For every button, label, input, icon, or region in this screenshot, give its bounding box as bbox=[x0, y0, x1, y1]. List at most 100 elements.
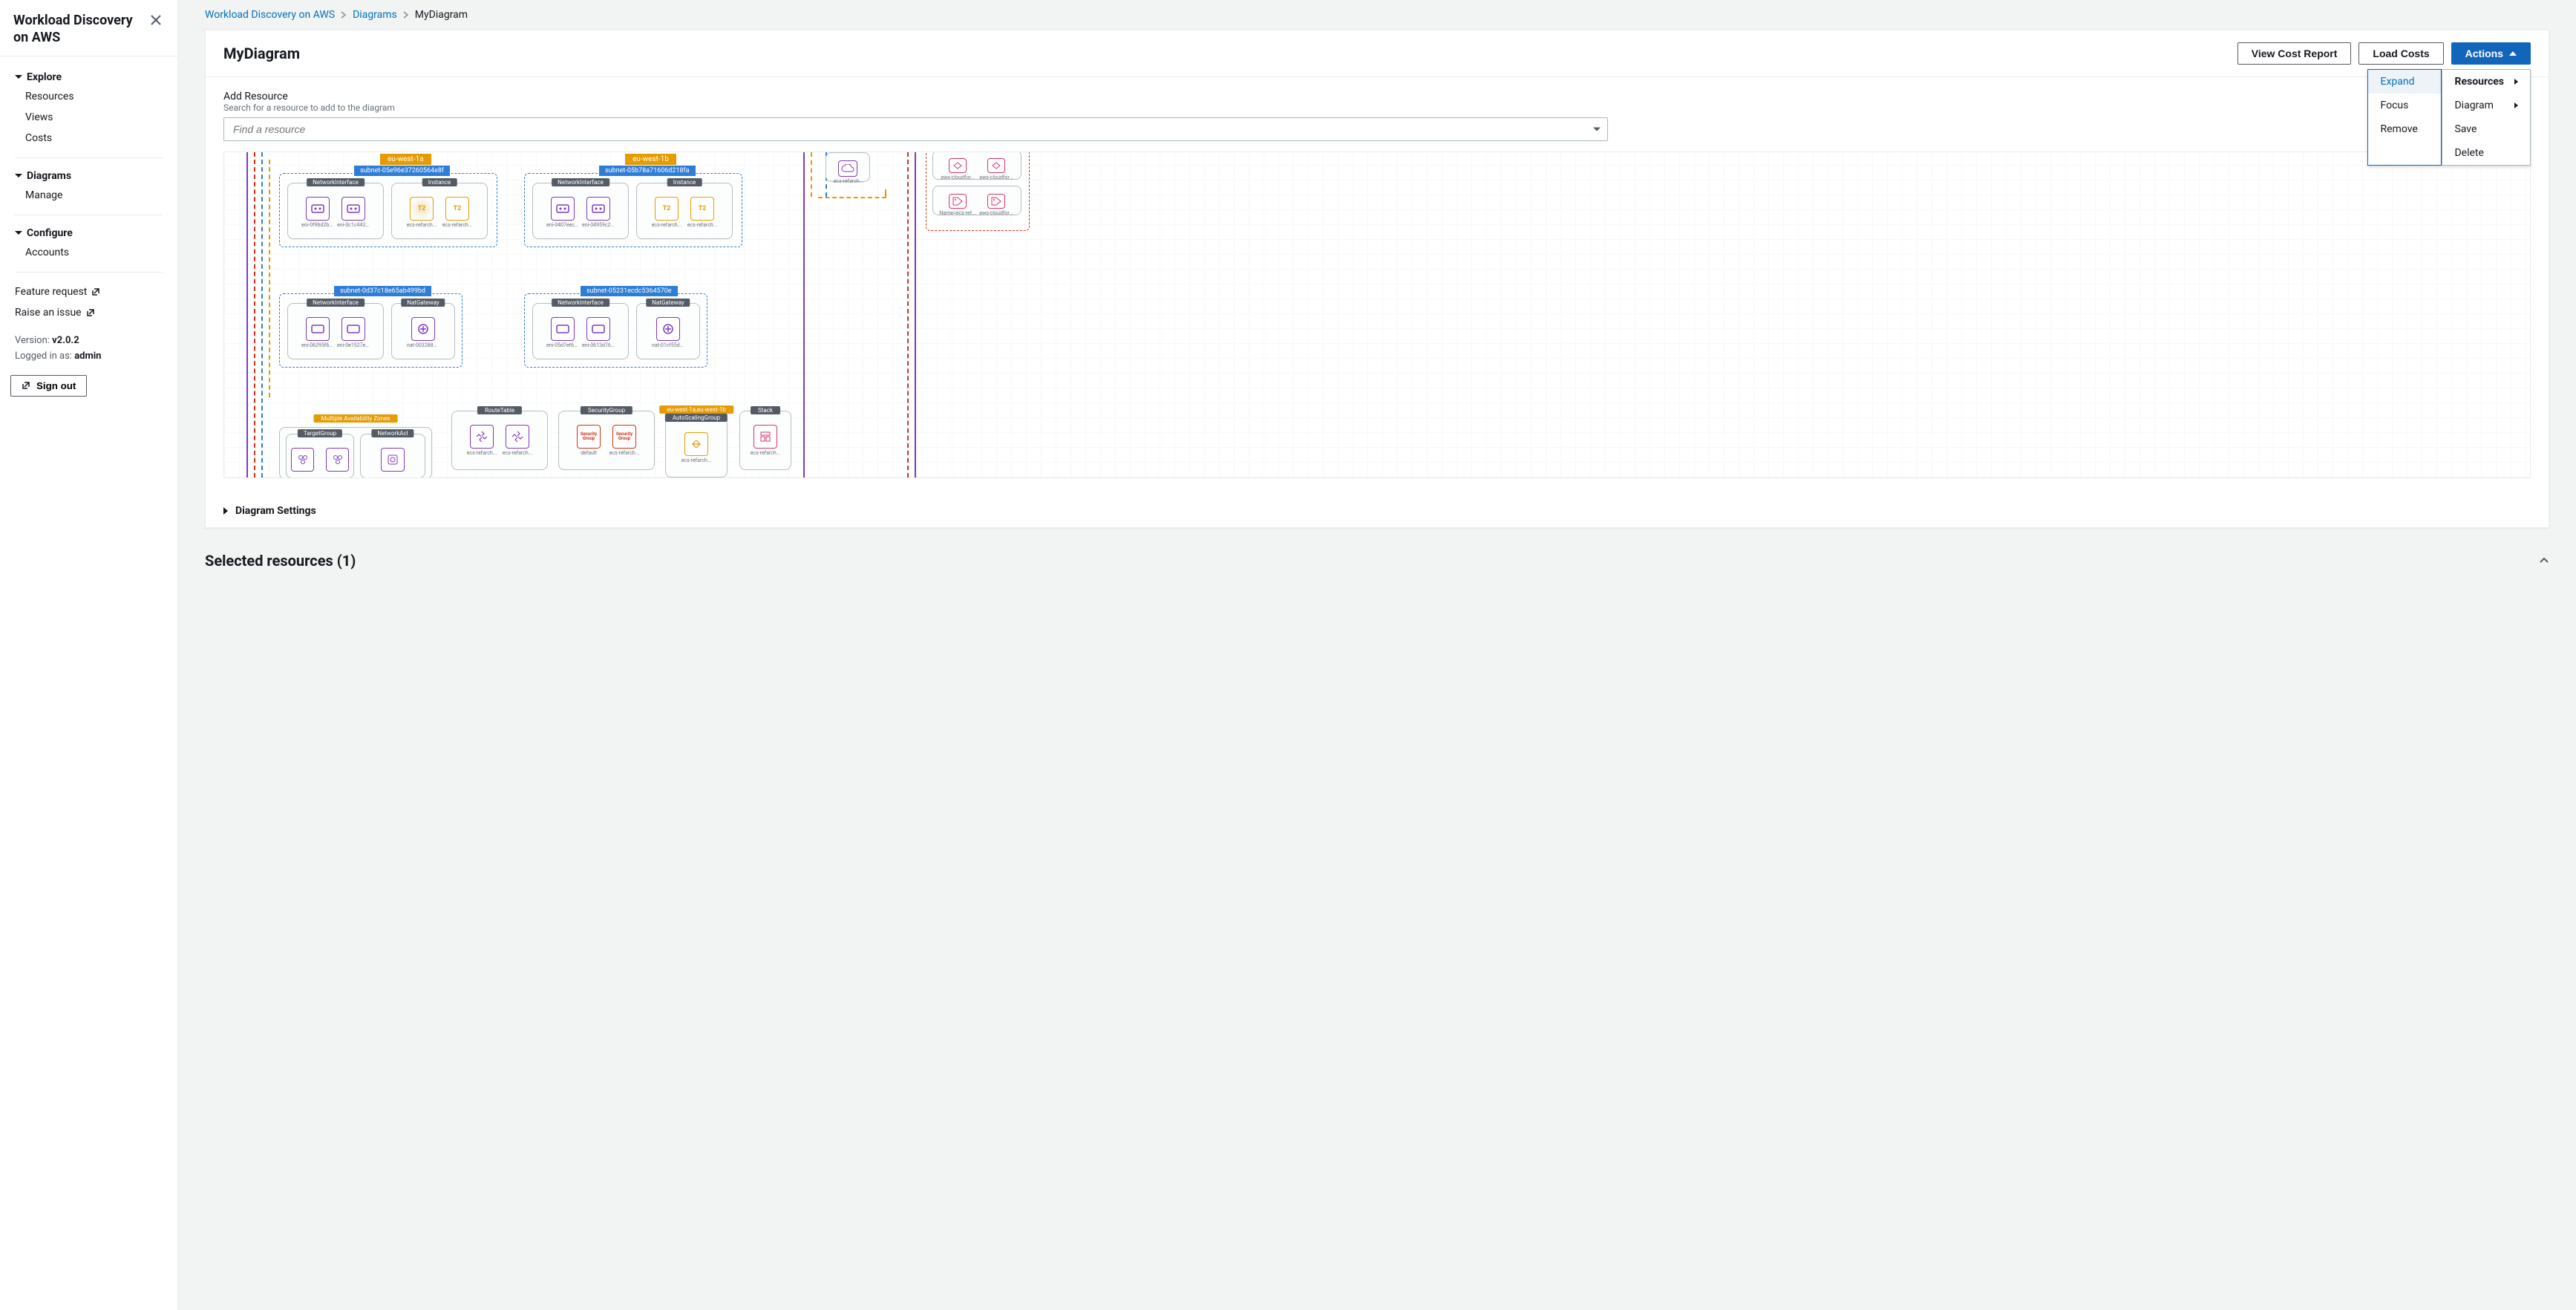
ec2-instance-icon[interactable]: T2 bbox=[445, 197, 469, 221]
group-label: Multiple Availability Zones bbox=[314, 414, 398, 423]
menu-expand[interactable]: Expand bbox=[2368, 70, 2441, 94]
far-group[interactable]: aws-cloudfor... aws-cloudfor... Name=ecs… bbox=[926, 151, 1030, 231]
diagram-canvas[interactable]: eu-west-1a eu-west-1b subnet-05e96e37260… bbox=[223, 151, 2531, 478]
menu-diagram[interactable]: Diagram bbox=[2442, 94, 2530, 117]
diagram-settings-toggle[interactable]: Diagram Settings bbox=[206, 495, 2549, 527]
group-label: Instance bbox=[667, 178, 702, 186]
load-costs-button[interactable]: Load Costs bbox=[2358, 42, 2443, 65]
triangle-up-icon bbox=[2509, 51, 2517, 56]
eni-icon[interactable] bbox=[341, 317, 365, 341]
nav-manage[interactable]: Manage bbox=[25, 185, 163, 206]
nav-explore-header[interactable]: Explore bbox=[15, 68, 163, 86]
view-cost-report-button[interactable]: View Cost Report bbox=[2237, 42, 2352, 65]
eni-icon[interactable] bbox=[306, 317, 330, 341]
nat-gateway-icon[interactable] bbox=[411, 317, 435, 341]
dropdown-caret-icon[interactable] bbox=[1593, 128, 1601, 131]
add-resource-label: Add Resource bbox=[223, 91, 2531, 102]
az-label: eu-west-1b bbox=[625, 154, 676, 165]
add-resource-search-input[interactable] bbox=[223, 117, 1608, 141]
sidebar-nav: Explore Resources Views Costs Diagrams M… bbox=[0, 56, 177, 335]
stack-icon[interactable] bbox=[753, 425, 777, 449]
sign-out-button[interactable]: Sign out bbox=[10, 375, 87, 397]
nav-resources[interactable]: Resources bbox=[25, 86, 163, 107]
menu-focus[interactable]: Focus bbox=[2368, 94, 2441, 117]
subnet-group[interactable]: NetworkInterface eni-06295f6a... eni-0e1… bbox=[279, 293, 462, 368]
cloudformation-icon[interactable] bbox=[949, 158, 967, 173]
eni-icon[interactable] bbox=[341, 197, 365, 221]
nav-accounts[interactable]: Accounts bbox=[25, 242, 163, 263]
cloud-icon[interactable] bbox=[838, 160, 857, 177]
maz-group[interactable]: Multiple Availability Zones TargetGroup … bbox=[279, 427, 432, 478]
subnet-group[interactable]: NetworkInterface eni-0f9bd2b7... eni-0c1… bbox=[279, 173, 497, 247]
group-label: NetworkAcl bbox=[371, 429, 413, 437]
eni-icon[interactable] bbox=[586, 197, 610, 221]
caret-down-icon bbox=[15, 231, 22, 235]
caret-down-icon bbox=[15, 75, 22, 79]
menu-delete[interactable]: Delete bbox=[2442, 141, 2530, 165]
nat-gateway-icon[interactable] bbox=[656, 317, 680, 341]
eni-icon[interactable] bbox=[551, 317, 575, 341]
eni-icon[interactable] bbox=[306, 197, 330, 221]
security-group-icon[interactable]: Security Group bbox=[612, 425, 636, 449]
security-group-icon[interactable]: Security Group bbox=[577, 425, 601, 449]
nav-views[interactable]: Views bbox=[25, 107, 163, 128]
eni-icon[interactable] bbox=[551, 197, 575, 221]
asg-group[interactable]: eu-west-1a,eu-west-1b AutoScalingGroup e… bbox=[665, 418, 728, 478]
nav-diagrams-header[interactable]: Diagrams bbox=[15, 167, 163, 185]
breadcrumb-root[interactable]: Workload Discovery on AWS bbox=[205, 9, 335, 21]
chevron-up-icon bbox=[2539, 555, 2549, 566]
tag-icon[interactable] bbox=[949, 194, 967, 209]
sidebar-header: Workload Discovery on AWS bbox=[0, 0, 177, 56]
group-label: Stack bbox=[751, 406, 780, 414]
eni-icon[interactable] bbox=[586, 317, 610, 341]
cloudformation-icon[interactable] bbox=[987, 158, 1005, 173]
nav-configure-header[interactable]: Configure bbox=[15, 224, 163, 242]
nacl-icon[interactable] bbox=[381, 448, 405, 472]
close-icon bbox=[151, 15, 161, 25]
menu-remove[interactable]: Remove bbox=[2368, 117, 2441, 141]
security-group-group[interactable]: SecurityGroup Security Groupdefault Secu… bbox=[558, 411, 655, 470]
autoscaling-icon[interactable] bbox=[684, 432, 708, 456]
subnet-group[interactable]: NetworkInterface eni-0407eecd... eni-049… bbox=[524, 173, 742, 247]
target-group-icon[interactable] bbox=[291, 448, 314, 472]
group-label: SecurityGroup bbox=[581, 406, 632, 414]
ec2-instance-icon[interactable]: T2 bbox=[410, 197, 434, 221]
app-title: Workload Discovery on AWS bbox=[13, 12, 148, 47]
feature-request-link[interactable]: Feature request bbox=[15, 281, 163, 302]
selected-resources-title: Selected resources (1) bbox=[205, 552, 356, 570]
ec2-instance-icon[interactable]: T2 bbox=[690, 197, 714, 221]
stack-group[interactable]: Stack ecs-refarch... bbox=[739, 411, 791, 470]
chevron-right-icon bbox=[341, 11, 347, 19]
group-label: AutoScalingGroup bbox=[665, 414, 728, 422]
external-link-icon bbox=[91, 287, 100, 296]
ec2-instance-icon[interactable]: T2 bbox=[655, 197, 679, 221]
target-group-icon[interactable] bbox=[326, 448, 349, 472]
group-label: NetworkInterface bbox=[307, 178, 365, 186]
group-label: Instance bbox=[422, 178, 457, 186]
actions-button[interactable]: Actions bbox=[2451, 42, 2531, 65]
route-table-icon[interactable] bbox=[470, 425, 494, 449]
selected-resources-header[interactable]: Selected resources (1) bbox=[178, 537, 2576, 570]
actions-menu-col2: Resources Diagram Save Delete bbox=[2442, 69, 2531, 166]
route-table-group[interactable]: RouteTable ecs-refarch... ecs-refarch... bbox=[451, 411, 548, 470]
route-table-icon[interactable] bbox=[506, 425, 529, 449]
group-label: eu-west-1a,eu-west-1b bbox=[659, 405, 733, 414]
menu-resources[interactable]: Resources bbox=[2442, 70, 2530, 94]
group-label: NatGateway bbox=[401, 299, 445, 307]
breadcrumb-diagrams[interactable]: Diagrams bbox=[353, 9, 397, 21]
sidebar-meta: Version: v2.0.2 Logged in as: admin bbox=[0, 335, 177, 366]
actions-menu-col1: Expand Focus Remove bbox=[2367, 69, 2442, 166]
raise-issue-link[interactable]: Raise an issue bbox=[15, 302, 163, 323]
cloud-box[interactable]: ecs-refarch... bbox=[826, 152, 870, 182]
nav-costs[interactable]: Costs bbox=[25, 128, 163, 149]
menu-save[interactable]: Save bbox=[2442, 117, 2530, 141]
close-sidebar-button[interactable] bbox=[148, 12, 164, 28]
subnet-group[interactable]: NetworkInterface eni-05d7ef66... eni-061… bbox=[524, 293, 707, 368]
external-link-icon bbox=[86, 308, 95, 317]
tag-icon[interactable] bbox=[987, 194, 1005, 209]
az-label: eu-west-1a bbox=[380, 154, 431, 165]
group-label: NetworkInterface bbox=[307, 299, 365, 307]
group-label: RouteTable bbox=[477, 406, 522, 414]
chevron-right-icon bbox=[403, 11, 409, 19]
breadcrumb: Workload Discovery on AWS Diagrams MyDia… bbox=[205, 9, 2549, 21]
